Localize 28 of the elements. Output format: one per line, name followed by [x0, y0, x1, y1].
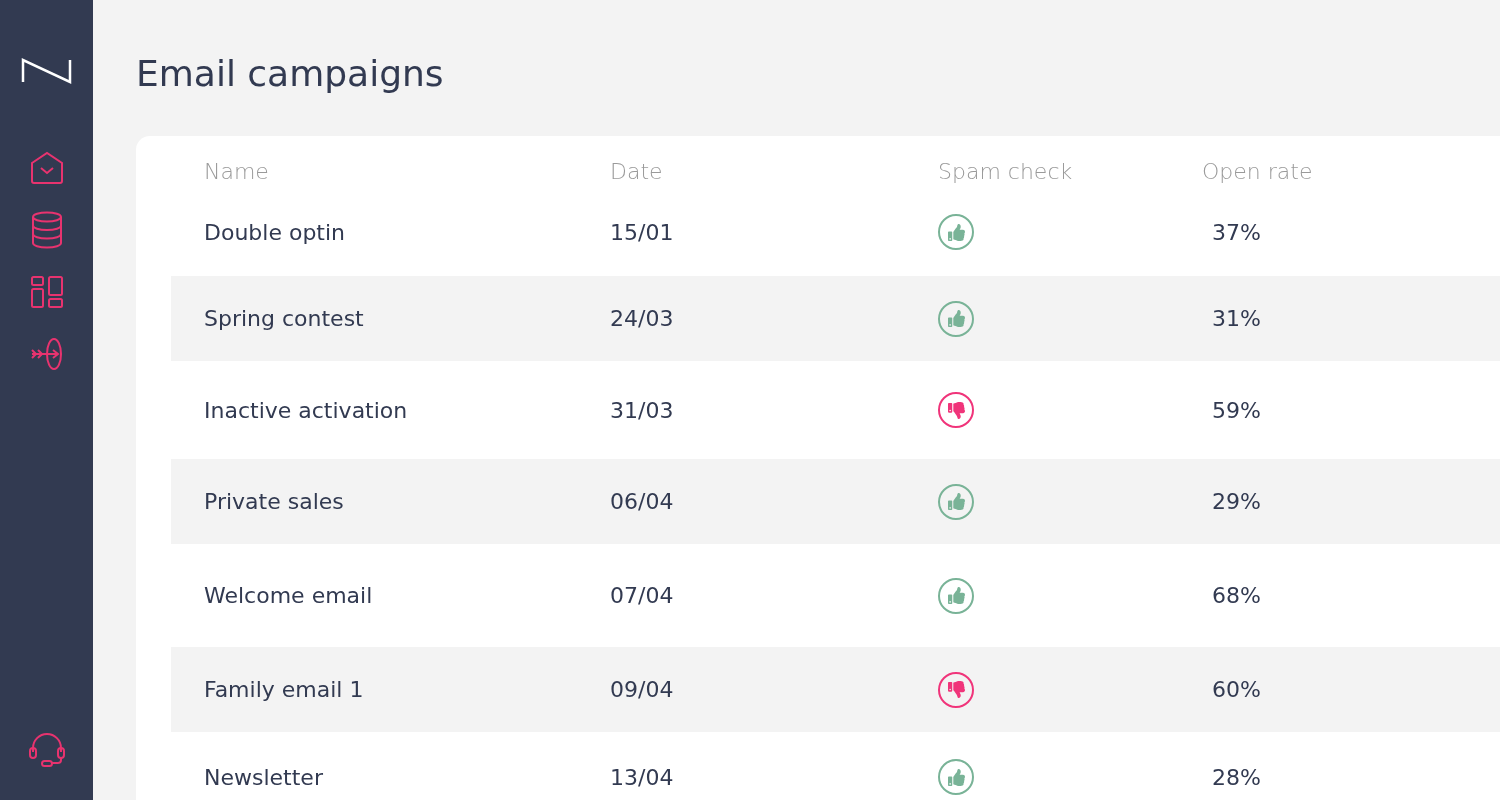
- campaign-name: Spring contest: [204, 306, 365, 331]
- page-title: Email campaigns: [136, 52, 445, 96]
- open-rate: 28%: [1211, 764, 1262, 790]
- campaign-date: 07/04: [610, 583, 675, 608]
- open-rate: 60%: [1211, 677, 1262, 702]
- logo-icon: [20, 58, 73, 84]
- open-rate: 31%: [1211, 306, 1262, 331]
- campaign-name: Welcome email: [204, 583, 374, 608]
- column-header: Date: [610, 158, 664, 184]
- campaign-date: 09/04: [610, 677, 675, 702]
- campaign-date: 06/04: [610, 489, 675, 514]
- column-header: Name: [204, 158, 270, 184]
- column-header: Open rate: [1202, 158, 1314, 184]
- open-rate: 68%: [1211, 583, 1262, 608]
- campaign-date: 15/01: [610, 219, 675, 245]
- open-rate: 59%: [1211, 397, 1262, 423]
- campaign-name: Inactive activation: [204, 397, 409, 423]
- column-header: Spam check: [938, 158, 1074, 184]
- campaign-name: Family email 1: [204, 677, 365, 702]
- campaign-date: 31/03: [610, 397, 675, 423]
- campaign-date: 13/04: [610, 764, 675, 790]
- campaign-name: Private sales: [204, 489, 345, 514]
- campaign-date: 24/03: [610, 306, 675, 331]
- support-nav-button[interactable]: [26, 730, 67, 770]
- campaign-name: Newsletter: [204, 764, 324, 790]
- open-rate: 37%: [1211, 219, 1262, 245]
- open-rate: 29%: [1211, 489, 1262, 514]
- campaign-name: Double optin: [204, 219, 347, 245]
